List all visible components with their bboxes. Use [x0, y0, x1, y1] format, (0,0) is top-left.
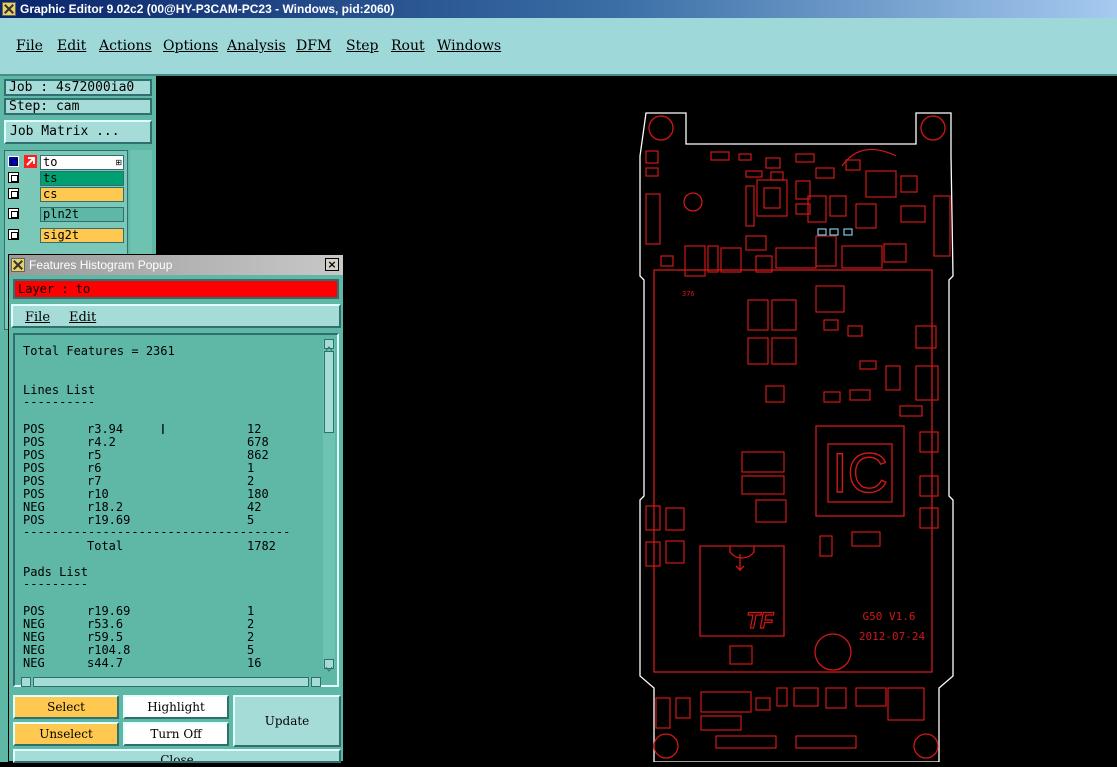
text-cursor-icon: I [161, 423, 165, 438]
turn-off-button[interactable]: Turn Off [123, 722, 229, 746]
ref-label: 376 [682, 290, 695, 298]
layer-checkbox[interactable] [8, 172, 19, 183]
popup-layer-label: Layer : to [13, 279, 339, 299]
lines-total-value: 1782 [247, 539, 276, 553]
layer-name-sig2t: sig2t [40, 228, 124, 243]
layer-checkbox[interactable] [8, 208, 19, 219]
date-label: 2012-07-24 [859, 630, 926, 643]
bottom-components [655, 687, 925, 749]
main-menubar: File Edit Actions Options Analysis DFM S… [0, 18, 1117, 76]
popup-title: Features Histogram Popup [29, 258, 173, 272]
tf-label: TF [747, 608, 774, 633]
scroll-up-icon[interactable] [324, 339, 334, 352]
ic-label: IC [832, 441, 888, 504]
popup-app-icon [11, 258, 25, 272]
job-matrix-button[interactable]: Job Matrix ... [4, 120, 152, 144]
layer-row-ts[interactable]: ts [6, 171, 124, 186]
middle-components [645, 285, 939, 665]
menu-file[interactable]: File [16, 38, 43, 54]
total-features: Total Features = 2361 [23, 344, 175, 358]
histogram-text-area[interactable]: Total Features = 2361 Lines List -------… [13, 333, 339, 687]
close-button[interactable]: Close [13, 749, 341, 763]
close-icon[interactable]: × [325, 258, 339, 271]
vertical-scroll-thumb[interactable] [324, 351, 334, 433]
window-titlebar: Graphic Editor 9.02c2 (00@HY-P3CAM-PC23 … [0, 0, 1117, 18]
lines-separator: ---------- [23, 395, 96, 409]
mount-hole [913, 733, 939, 759]
mount-hole [920, 115, 946, 141]
scroll-down-icon[interactable] [324, 659, 334, 672]
layer-name-cs: cs [40, 187, 124, 202]
popup-menu-file[interactable]: File [25, 310, 50, 325]
window-title: Graphic Editor 9.02c2 (00@HY-P3CAM-PC23 … [20, 2, 395, 16]
highlighted-pads [817, 228, 853, 236]
menu-edit[interactable]: Edit [57, 38, 86, 54]
scroll-left-icon[interactable] [21, 677, 31, 687]
layer-row-pln2t[interactable]: pln2t [6, 207, 124, 222]
action-buttons-area: Select Highlight Update Unselect Turn Of… [11, 693, 343, 763]
job-label: Job : 4s72000ia0 [4, 79, 152, 96]
select-button[interactable]: Select [13, 695, 119, 719]
horizontal-scrollbar[interactable] [21, 677, 321, 687]
menu-rout[interactable]: Rout [391, 38, 425, 54]
histogram-pol-cell: NEG [23, 656, 45, 670]
layer-checkbox[interactable] [8, 229, 19, 240]
highlight-button[interactable]: Highlight [123, 695, 229, 719]
step-label: Step: cam [4, 98, 152, 115]
menu-actions[interactable]: Actions [99, 38, 152, 54]
pads-separator: --------- [23, 577, 89, 591]
histogram-count-cell: 16 [247, 656, 262, 670]
mount-hole [683, 192, 703, 212]
popup-menubar: File Edit [11, 304, 341, 328]
layer-name-pln2t: pln2t [40, 207, 124, 222]
menu-options[interactable]: Options [163, 38, 218, 54]
lines-total-label: Total [87, 539, 124, 553]
lines-total-separator: ------------------------------------- [23, 525, 291, 539]
popup-titlebar[interactable]: Features Histogram Popup × [9, 255, 343, 275]
histogram-sym-cell: s44.7 [87, 656, 124, 670]
vertical-scrollbar[interactable] [323, 339, 335, 672]
layer-checkbox[interactable] [8, 188, 19, 199]
layer-name-ts: ts [40, 171, 124, 186]
layer-name-to: to [40, 155, 124, 170]
app-icon [2, 2, 16, 16]
menu-windows[interactable]: Windows [437, 38, 501, 54]
features-histogram-popup: Features Histogram Popup × Layer : to Fi… [8, 254, 344, 763]
version-label: G50 V1.6 [863, 610, 916, 623]
menu-dfm[interactable]: DFM [296, 38, 331, 54]
histogram-text: Total Features = 2361 Lines List -------… [19, 339, 319, 670]
menu-step[interactable]: Step [346, 38, 378, 54]
mount-hole [814, 633, 852, 671]
upper-components [645, 148, 951, 277]
update-button[interactable]: Update [233, 695, 341, 747]
layer-row-cs[interactable]: cs [6, 187, 124, 202]
layer-checkbox[interactable] [8, 156, 19, 167]
horizontal-scroll-thumb[interactable] [33, 677, 309, 687]
layer-row-sig2t[interactable]: sig2t [6, 228, 124, 243]
scroll-right-icon[interactable] [311, 677, 321, 687]
menu-analysis[interactable]: Analysis [227, 38, 286, 54]
popup-menu-edit[interactable]: Edit [69, 310, 96, 325]
unselect-button[interactable]: Unselect [13, 722, 119, 746]
layer-row-to[interactable]: to ⊞ [6, 155, 124, 170]
mount-hole [653, 733, 679, 759]
work-layer-arrow-icon [24, 155, 37, 168]
affected-icon: ⊞ [115, 158, 122, 167]
mount-hole [648, 115, 674, 141]
